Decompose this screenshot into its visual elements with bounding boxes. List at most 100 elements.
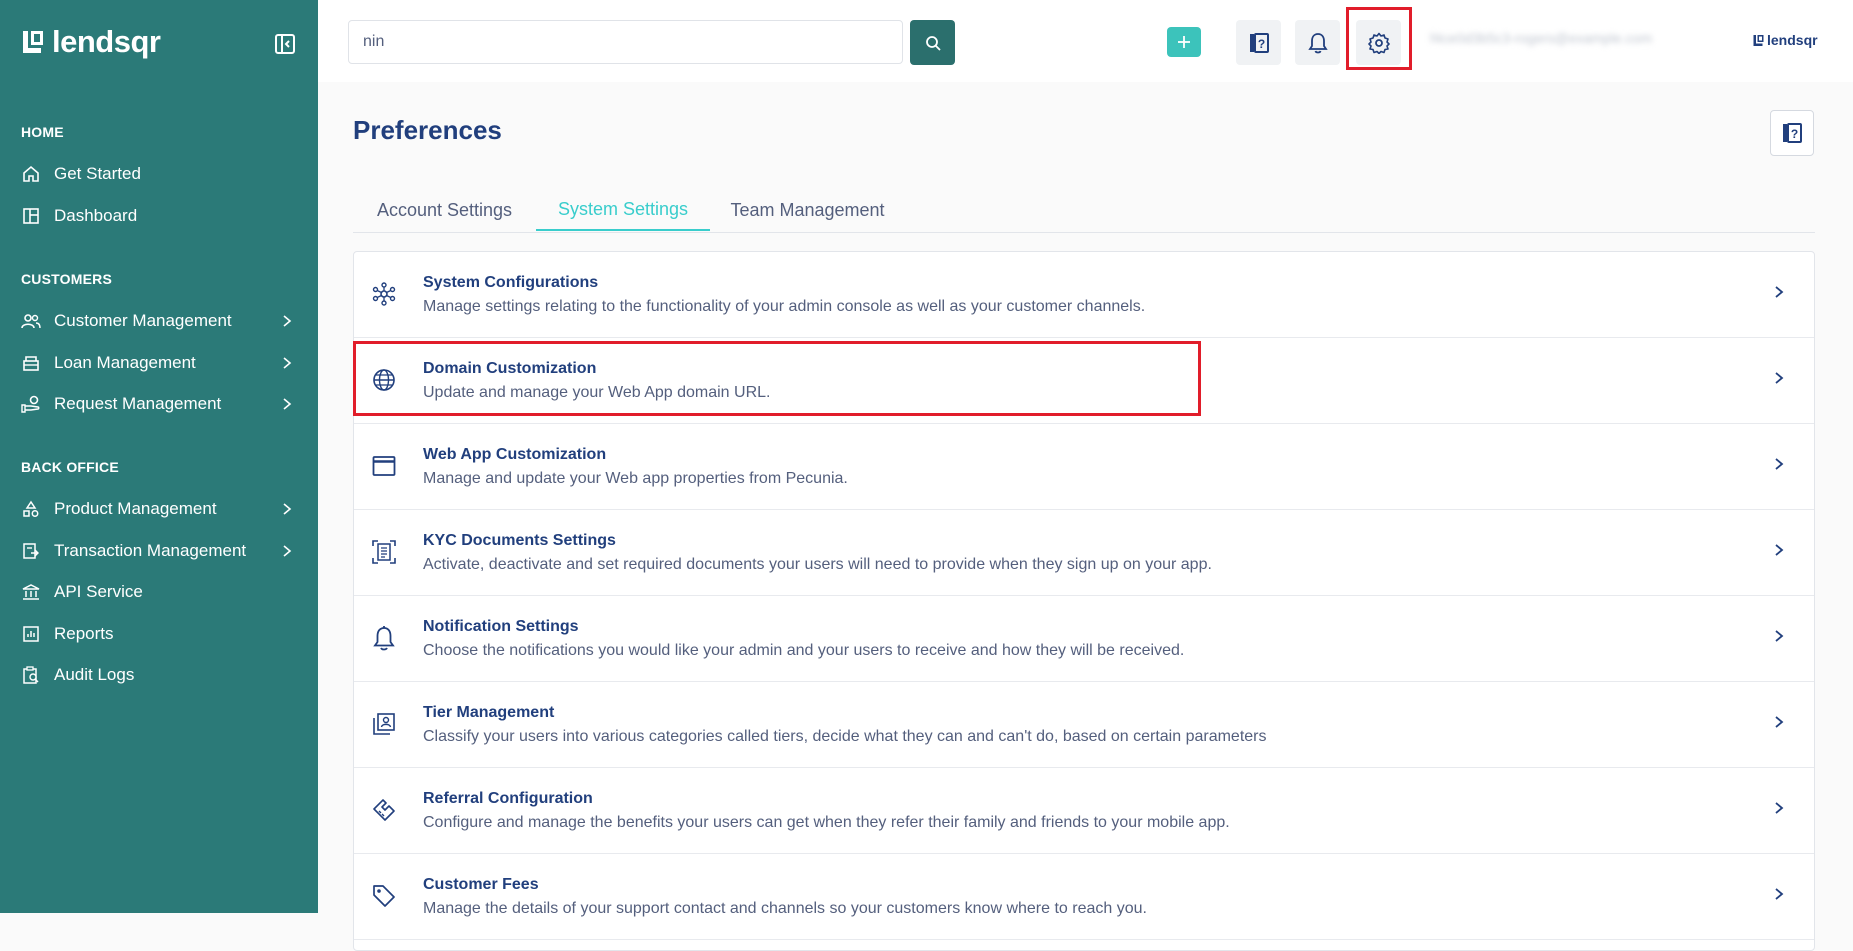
settings-row-description: Activate, deactivate and set required do… <box>423 556 1212 573</box>
settings-row-description: Manage settings relating to the function… <box>423 298 1146 315</box>
lendsqr-logo-icon <box>23 31 43 53</box>
product-icon <box>21 499 41 519</box>
tab-account-settings[interactable]: Account Settings <box>353 190 536 231</box>
help-book-icon: ? <box>1249 32 1269 53</box>
settings-row-notification-settings[interactable]: Notification Settings Choose the notific… <box>354 596 1814 682</box>
document-scan-icon <box>370 538 398 566</box>
sidebar-item-label: Request Management <box>54 394 222 413</box>
sidebar: lendsqr HOME Get Started Dashboard CUSTO… <box>0 0 318 913</box>
search-input[interactable] <box>348 20 903 64</box>
collapse-sidebar-icon[interactable] <box>274 33 296 55</box>
settings-row-title: Domain Customization <box>423 360 597 377</box>
chevron-right-icon <box>1775 544 1784 556</box>
tag-icon <box>370 882 398 910</box>
search-button[interactable] <box>910 20 955 65</box>
sidebar-item-loan-management[interactable]: Loan Management <box>21 348 301 378</box>
chevron-right-icon <box>1775 716 1784 728</box>
sidebar-item-label: Loan Management <box>54 353 196 372</box>
loan-icon <box>21 353 41 373</box>
sidebar-item-label: Reports <box>54 624 114 643</box>
help-book-icon: ? <box>1783 123 1802 143</box>
settings-row-description: Choose the notifications you would like … <box>423 642 1185 659</box>
sidebar-item-transaction-management[interactable]: Transaction Management <box>21 536 301 566</box>
settings-row-kyc-documents-settings[interactable]: KYC Documents Settings Activate, deactiv… <box>354 510 1814 596</box>
settings-row-title: KYC Documents Settings <box>423 532 616 549</box>
chevron-right-icon <box>1775 372 1784 384</box>
lendsqr-logo-icon <box>1753 34 1764 46</box>
section-title-customers: CUSTOMERS <box>21 271 112 287</box>
sidebar-item-audit-logs[interactable]: Audit Logs <box>21 660 301 690</box>
page-help-button[interactable]: ? <box>1770 110 1814 156</box>
chevron-right-icon <box>283 315 292 327</box>
tier-icon <box>370 710 398 738</box>
settings-row-description: Configure and manage the benefits your u… <box>423 814 1230 831</box>
notifications-button[interactable] <box>1295 20 1340 65</box>
settings-row-title: Referral Configuration <box>423 790 593 807</box>
settings-button[interactable] <box>1356 20 1401 65</box>
section-title-home: HOME <box>21 124 64 140</box>
sidebar-item-api-service[interactable]: API Service <box>21 577 301 607</box>
preferences-tabs: Account Settings System Settings Team Ma… <box>353 190 1815 233</box>
settings-row-description: Manage the details of your support conta… <box>423 900 1147 917</box>
chevron-right-icon <box>283 503 292 515</box>
settings-row-domain-customization[interactable]: Domain Customization Update and manage y… <box>354 338 1814 424</box>
settings-row-web-app-customization[interactable]: Web App Customization Manage and update … <box>354 424 1814 510</box>
section-title-back-office: BACK OFFICE <box>21 459 119 475</box>
sidebar-item-get-started[interactable]: Get Started <box>21 159 301 189</box>
page-title: Preferences <box>353 115 502 145</box>
settings-row-title: Tier Management <box>423 704 555 721</box>
sidebar-item-product-management[interactable]: Product Management <box>21 494 301 524</box>
settings-row-referral-configuration[interactable]: Referral Configuration Configure and man… <box>354 768 1814 854</box>
search-icon <box>925 35 941 51</box>
handshake-icon <box>370 796 398 824</box>
sidebar-item-reports[interactable]: Reports <box>21 619 301 649</box>
chevron-right-icon <box>1775 286 1784 298</box>
chevron-right-icon <box>1775 888 1784 900</box>
sidebar-item-label: Audit Logs <box>54 665 135 684</box>
chevron-right-icon <box>1775 630 1784 642</box>
bank-icon <box>21 582 41 602</box>
tab-system-settings[interactable]: System Settings <box>536 190 710 231</box>
request-icon <box>21 394 41 414</box>
settings-list: System Configurations Manage settings re… <box>353 251 1815 951</box>
chevron-right-icon <box>283 357 292 369</box>
settings-row-description: Update and manage your Web App domain UR… <box>423 384 771 401</box>
org-logo: lendsqr <box>1752 32 1818 48</box>
sidebar-item-dashboard[interactable]: Dashboard <box>21 201 301 231</box>
sidebar-item-label: Product Management <box>54 499 217 518</box>
chevron-right-icon <box>1775 802 1784 814</box>
settings-row-description: Classify your users into various categor… <box>423 728 1267 745</box>
globe-icon <box>370 366 398 394</box>
chevron-right-icon <box>283 398 292 410</box>
top-bar: ? f4ce0d3b5c3-rogers@example.com lendsqr <box>318 0 1853 82</box>
sidebar-item-label: API Service <box>54 582 143 601</box>
sidebar-item-request-management[interactable]: Request Management <box>21 389 301 419</box>
bell-icon <box>1307 32 1328 53</box>
chevron-right-icon <box>1775 458 1784 470</box>
settings-row-customer-fees[interactable]: Customer Fees Manage the details of your… <box>354 854 1814 940</box>
svg-text:?: ? <box>1257 37 1264 51</box>
org-logo-text: lendsqr <box>1767 32 1818 48</box>
settings-row-title: System Configurations <box>423 274 599 291</box>
sidebar-item-label: Get Started <box>54 164 141 183</box>
add-button[interactable] <box>1167 27 1201 57</box>
dashboard-icon <box>21 206 41 226</box>
sidebar-item-customer-management[interactable]: Customer Management <box>21 306 301 336</box>
sidebar-item-label: Dashboard <box>54 206 138 225</box>
svg-text:?: ? <box>1791 127 1798 141</box>
sidebar-item-label: Customer Management <box>54 311 232 330</box>
account-email[interactable]: f4ce0d3b5c3-rogers@example.com <box>1430 30 1730 52</box>
chevron-right-icon <box>283 545 292 557</box>
settings-row-tier-management[interactable]: Tier Management Classify your users into… <box>354 682 1814 768</box>
settings-row-system-configurations[interactable]: System Configurations Manage settings re… <box>354 252 1814 338</box>
bell-icon <box>370 624 398 652</box>
reports-icon <box>21 624 41 644</box>
help-button[interactable]: ? <box>1236 20 1281 65</box>
plus-icon <box>1178 36 1190 48</box>
brand-name: lendsqr <box>52 24 161 59</box>
gear-icon <box>1367 32 1390 54</box>
tab-team-management[interactable]: Team Management <box>710 190 905 231</box>
users-icon <box>21 311 41 331</box>
settings-row-title: Notification Settings <box>423 618 579 635</box>
brand-logo[interactable]: lendsqr <box>20 24 161 60</box>
